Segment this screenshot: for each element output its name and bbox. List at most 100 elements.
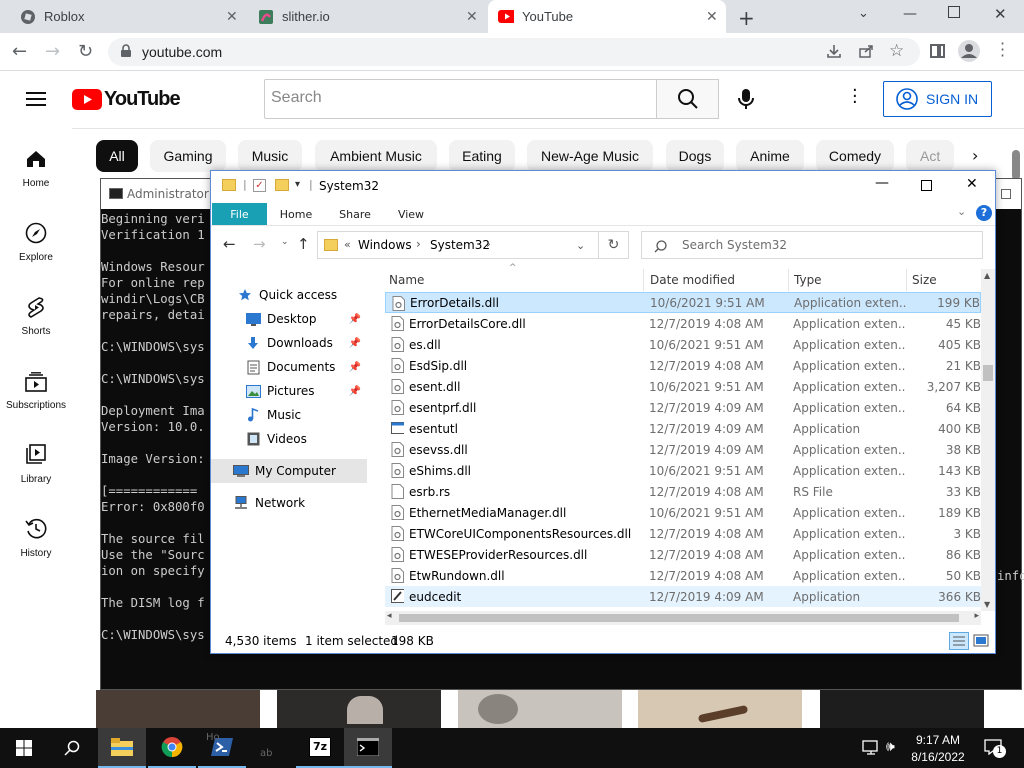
ribbon-tab-view[interactable]: View [387, 203, 435, 225]
chips-next-chevron-icon[interactable]: › [972, 146, 978, 165]
chip-ambient-music[interactable]: Ambient Music [315, 140, 437, 172]
taskbar-cmd[interactable] [344, 728, 392, 768]
taskbar-file-explorer[interactable] [98, 728, 146, 768]
cmd-restore-icon[interactable] [1001, 189, 1011, 199]
explorer-maximize-icon[interactable] [921, 180, 932, 191]
action-center-icon[interactable]: 1 [984, 739, 1006, 758]
tab-search-chevron-icon[interactable]: ⌄ [858, 6, 869, 21]
breadcrumb-windows[interactable]: Windows [358, 238, 412, 252]
refresh-icon[interactable]: ↻ [599, 231, 629, 259]
tab-roblox[interactable]: Roblox ✕ [8, 0, 246, 33]
chip-new-age-music[interactable]: New-Age Music [527, 140, 653, 172]
file-row[interactable]: esevss.dll 12/7/2019 4:09 AM Application e… [385, 439, 981, 460]
file-row[interactable]: esentprf.dll 12/7/2019 4:09 AM Application… [385, 397, 981, 418]
file-row[interactable]: esrb.rs 12/7/2019 4:08 AM RS File 33 KB [385, 481, 981, 502]
close-window-icon[interactable]: ✕ [994, 5, 1007, 23]
horizontal-scrollbar[interactable]: ◂ ▸ [385, 611, 981, 625]
vertical-scrollbar[interactable]: ▲ ▼ [981, 269, 995, 611]
column-header-date[interactable]: Date modified [645, 269, 789, 291]
new-folder-icon[interactable] [275, 179, 289, 191]
ribbon-tab-file[interactable]: File [212, 203, 267, 225]
file-row[interactable]: EsdSip.dll 12/7/2019 4:08 AM Application e… [385, 355, 981, 376]
back-arrow-icon[interactable]: ← [223, 235, 236, 253]
pin-icon[interactable]: 📌 [349, 314, 361, 325]
explorer-minimize-icon[interactable]: — [875, 175, 889, 191]
omnibox[interactable] [108, 38, 920, 66]
chip-gaming[interactable]: Gaming [150, 140, 226, 172]
expand-ribbon-icon[interactable]: ⌄ [957, 205, 966, 218]
bookmark-star-icon[interactable]: ☆ [889, 41, 904, 61]
page-scrollbar-thumb[interactable] [1012, 150, 1020, 180]
search-taskbar-button[interactable] [48, 728, 96, 768]
forward-arrow-icon[interactable]: → [253, 235, 266, 253]
back-icon[interactable]: ← [12, 41, 27, 62]
explore-compass-icon[interactable] [25, 222, 47, 244]
search-box[interactable]: Search System32 [641, 231, 983, 259]
share-icon[interactable] [858, 43, 874, 59]
file-row[interactable]: es.dll 10/6/2021 9:51 AM Application exten… [385, 334, 981, 355]
nav-videos[interactable]: Videos [211, 427, 367, 451]
guide-shorts[interactable]: Shorts [0, 326, 72, 337]
side-panel-icon[interactable] [930, 44, 945, 58]
close-tab-icon[interactable]: ✕ [466, 8, 478, 25]
video-thumbnail[interactable] [820, 690, 984, 728]
nav-quick-access[interactable]: Quick access [211, 283, 367, 307]
file-row[interactable]: ETWESEProviderResources.dll 12/7/2019 4:0… [385, 544, 981, 565]
nav-my-computer[interactable]: My Computer [211, 459, 367, 483]
explorer-window[interactable]: | ✓ ▾ | System32 — ✕ File Home Share Vie… [210, 170, 996, 654]
nav-documents[interactable]: Documents 📌 [211, 355, 367, 379]
file-row[interactable]: esent.dll 10/6/2021 9:51 AM Application ex… [385, 376, 981, 397]
horizontal-scrollbar-thumb[interactable] [399, 614, 959, 622]
properties-icon[interactable]: ✓ [253, 179, 266, 192]
close-tab-icon[interactable]: ✕ [226, 8, 238, 25]
details-view-icon[interactable] [949, 632, 969, 650]
network-tray-icon[interactable] [862, 740, 880, 756]
pin-icon[interactable]: 📌 [349, 338, 361, 349]
volume-tray-icon[interactable]: 🕪 [886, 739, 895, 755]
chrome-menu-icon[interactable]: · · · [1000, 36, 1005, 64]
breadcrumb-system32[interactable]: System32 [430, 238, 490, 252]
guide-subscriptions[interactable]: Subscriptions [0, 400, 72, 411]
address-dropdown-icon[interactable]: ⌄ [576, 239, 585, 252]
history-icon[interactable] [25, 518, 47, 540]
file-row[interactable]: ErrorDetails.dll 10/6/2021 9:51 AM Applica… [385, 292, 981, 313]
reload-icon[interactable]: ↻ [78, 41, 93, 62]
nav-desktop[interactable]: Desktop 📌 [211, 307, 367, 331]
search-input[interactable]: Search [264, 79, 656, 119]
guide-home[interactable]: Home [0, 178, 72, 189]
library-icon[interactable] [26, 444, 46, 464]
guide-explore[interactable]: Explore [0, 252, 72, 263]
chip-eating[interactable]: Eating [449, 140, 515, 172]
chip-anime[interactable]: Anime [736, 140, 804, 172]
settings-more-icon[interactable]: · · · [852, 82, 858, 112]
file-row[interactable]: eShims.dll 10/6/2021 9:51 AM Application e… [385, 460, 981, 481]
sign-in-button[interactable]: SIGN IN [883, 81, 992, 117]
file-row[interactable]: EthernetMediaManager.dll 10/6/2021 9:51 A… [385, 502, 981, 523]
ribbon-tab-home[interactable]: Home [271, 203, 321, 225]
recent-locations-icon[interactable]: ⌄ [281, 237, 289, 247]
chip-action[interactable]: Act [906, 140, 954, 172]
chip-all[interactable]: All [96, 140, 138, 172]
lock-icon[interactable] [120, 44, 132, 58]
shorts-icon[interactable] [27, 296, 45, 318]
chip-music[interactable]: Music [238, 140, 302, 172]
home-icon[interactable] [26, 150, 46, 168]
file-row[interactable]: esentutl 12/7/2019 4:09 AM Application 400 … [385, 418, 981, 439]
chip-comedy[interactable]: Comedy [816, 140, 894, 172]
search-button[interactable] [656, 79, 719, 119]
guide-library[interactable]: Library [0, 474, 72, 485]
file-row[interactable]: EtwRundown.dll 12/7/2019 4:08 AM Applicati… [385, 565, 981, 586]
forward-icon[interactable]: → [45, 41, 60, 62]
nav-pictures[interactable]: Pictures 📌 [211, 379, 367, 403]
video-thumbnail[interactable] [458, 690, 622, 728]
profile-avatar-icon[interactable] [958, 40, 980, 62]
subscriptions-icon[interactable] [25, 372, 47, 392]
help-icon[interactable]: ? [976, 205, 992, 221]
hamburger-menu-icon[interactable] [26, 91, 46, 107]
file-row[interactable]: eudcedit 12/7/2019 4:09 AM Application 366 … [385, 586, 981, 607]
file-row[interactable]: ErrorDetailsCore.dll 12/7/2019 4:08 AM App… [385, 313, 981, 334]
nav-music[interactable]: Music [211, 403, 367, 427]
large-icons-view-icon[interactable] [973, 633, 989, 648]
tab-youtube[interactable]: YouTube ✕ [488, 0, 726, 33]
column-header-size[interactable]: Size [907, 269, 981, 291]
